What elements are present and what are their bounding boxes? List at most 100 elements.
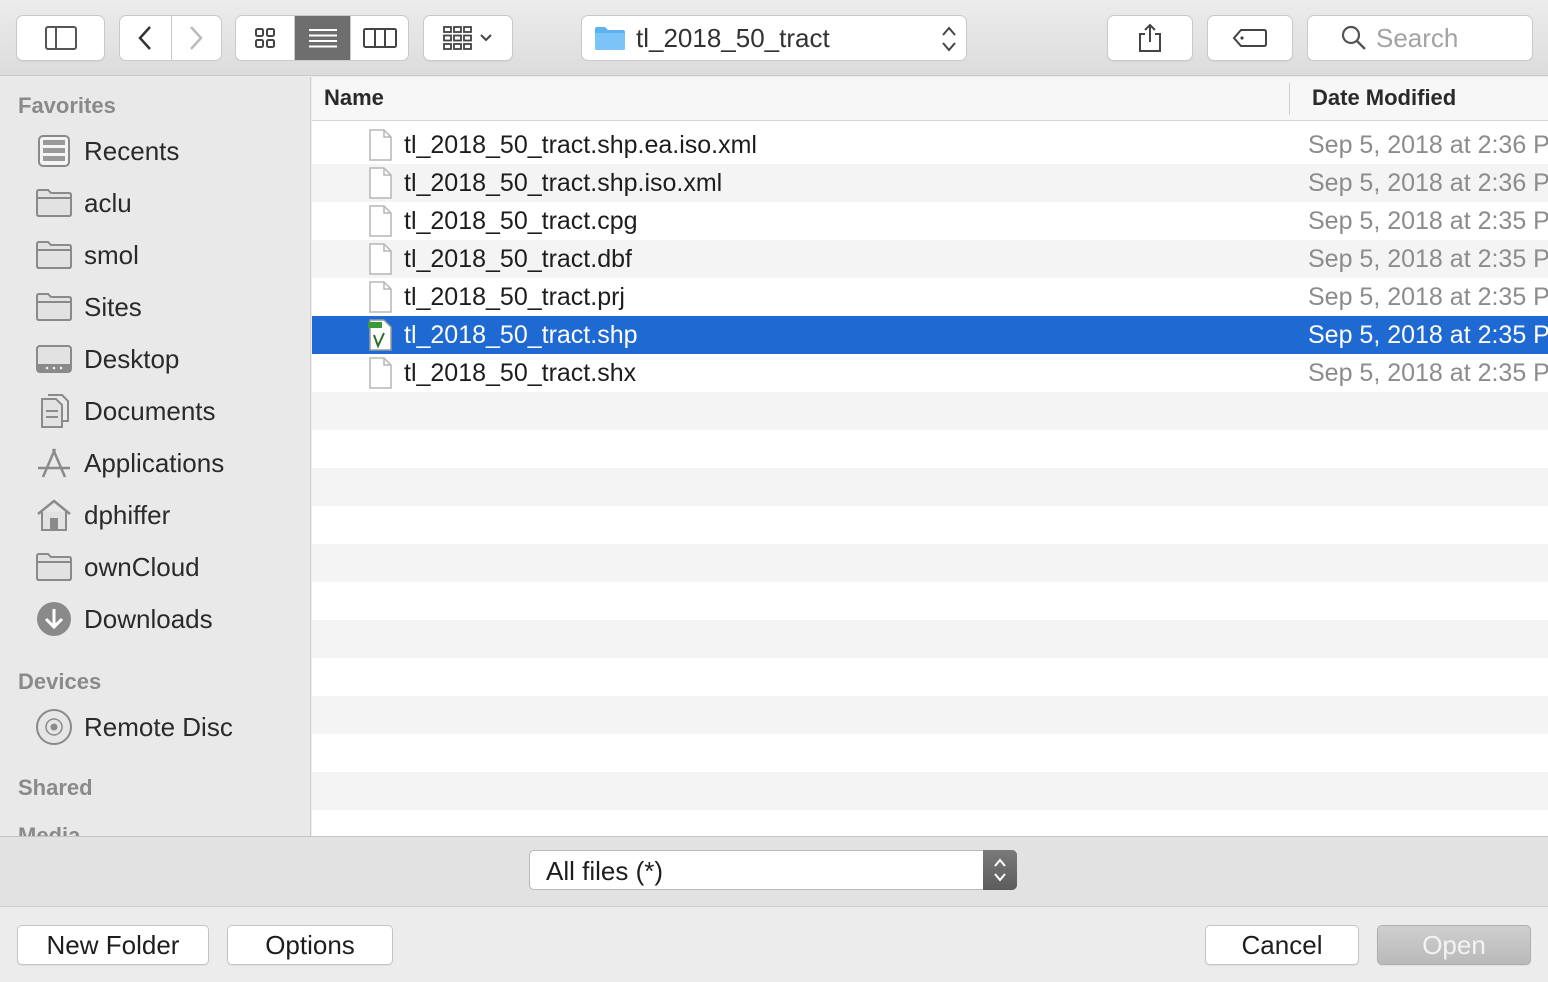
up-down-arrows-icon: [983, 850, 1017, 890]
chevron-right-icon: [190, 26, 203, 50]
sidebar-icon: [44, 26, 77, 50]
sidebar-toggle-button[interactable]: [16, 15, 105, 61]
sidebar-item-label: Sites: [84, 291, 142, 322]
sidebar-item-dphiffer[interactable]: dphiffer: [34, 495, 170, 535]
sidebar-item-aclu[interactable]: aclu: [34, 183, 132, 223]
back-forward-control: [119, 15, 222, 61]
empty-row: [312, 696, 1548, 734]
sidebar-item-label: dphiffer: [84, 499, 171, 530]
sidebar-item-applications[interactable]: Applications: [34, 443, 224, 483]
path-popup[interactable]: tl_2018_50_tract: [581, 15, 967, 61]
new-folder-button[interactable]: New Folder: [17, 925, 209, 965]
arrange-button[interactable]: [423, 15, 513, 61]
dialog-buttons: New Folder Options Cancel Open: [0, 907, 1548, 982]
file-name: tl_2018_50_tract.cpg: [404, 207, 638, 235]
sidebar-item-recents[interactable]: Recents: [34, 131, 179, 171]
list-view-button[interactable]: [294, 16, 350, 60]
grid-icon: [255, 28, 275, 48]
file-date: Sep 5, 2018 at 2:35 PM: [1308, 283, 1548, 311]
sidebar-item-downloads[interactable]: Downloads: [34, 599, 213, 639]
devices-heading: Devices: [18, 669, 102, 694]
folder-icon: [34, 547, 74, 587]
sidebar-item-label: Recents: [84, 135, 180, 166]
folder-icon: [34, 235, 74, 275]
empty-row: [312, 544, 1548, 582]
document-icon: [369, 281, 392, 313]
sidebar-item-label: smol: [84, 239, 139, 270]
file-date: Sep 5, 2018 at 2:35 PM: [1308, 245, 1548, 273]
shared-heading: Shared: [18, 775, 93, 800]
tags-button[interactable]: [1207, 15, 1293, 61]
sidebar-item-label: Desktop: [84, 343, 180, 374]
file-name: tl_2018_50_tract.dbf: [404, 245, 632, 273]
file-date: Sep 5, 2018 at 2:35 PM: [1308, 359, 1548, 387]
sidebar-item-documents[interactable]: Documents: [34, 391, 216, 431]
file-row[interactable]: tl_2018_50_tract.prj Sep 5, 2018 at 2:35…: [312, 278, 1548, 316]
document-icon: [369, 243, 392, 275]
file-format-select[interactable]: All files (*): [529, 850, 1017, 890]
date-column-header[interactable]: Date Modified: [1312, 85, 1456, 111]
search-field[interactable]: Search: [1307, 15, 1533, 61]
column-view-button[interactable]: [350, 16, 408, 60]
up-down-arrows-icon: [942, 26, 956, 52]
empty-row: [312, 506, 1548, 544]
file-row[interactable]: tl_2018_50_tract.shx Sep 5, 2018 at 2:35…: [312, 354, 1548, 392]
file-row[interactable]: tl_2018_50_tract.cpg Sep 5, 2018 at 2:35…: [312, 202, 1548, 240]
sidebar-item-remote-disc[interactable]: Remote Disc: [34, 707, 233, 747]
list-header: Name Date Modified: [312, 77, 1548, 121]
path-label: tl_2018_50_tract: [636, 22, 830, 53]
favorites-heading: Favorites: [18, 93, 116, 118]
columns-icon: [362, 28, 397, 48]
chevron-down-icon: [480, 34, 492, 42]
home-icon: [34, 495, 74, 535]
media-heading: Media: [18, 823, 81, 836]
downloads-icon: [34, 599, 74, 639]
icon-view-button[interactable]: [236, 16, 294, 60]
open-button[interactable]: Open: [1377, 925, 1531, 965]
file-row[interactable]: tl_2018_50_tract.shp.ea.iso.xml Sep 5, 2…: [312, 126, 1548, 164]
search-icon: [1341, 25, 1366, 50]
sidebar-item-label: ownCloud: [84, 551, 200, 582]
search-placeholder: Search: [1376, 22, 1459, 53]
empty-row: [312, 620, 1548, 658]
document-icon: [369, 205, 392, 237]
folder-icon: [34, 287, 74, 327]
chevron-left-icon: [138, 26, 152, 50]
empty-row: [312, 810, 1548, 836]
file-row[interactable]: tl_2018_50_tract.dbf Sep 5, 2018 at 2:35…: [312, 240, 1548, 278]
empty-row: [312, 430, 1548, 468]
back-button[interactable]: [120, 16, 171, 60]
folder-icon: [595, 27, 625, 50]
group-icon: [443, 26, 472, 50]
tag-icon: [1232, 29, 1267, 47]
forward-button[interactable]: [170, 16, 222, 60]
column-divider[interactable]: [1289, 83, 1290, 115]
document-icon: [369, 167, 392, 199]
empty-row: [312, 392, 1548, 430]
file-name: tl_2018_50_tract.shp.iso.xml: [404, 169, 723, 197]
desktop-icon: [34, 339, 74, 379]
cancel-button[interactable]: Cancel: [1205, 925, 1359, 965]
name-column-header[interactable]: Name: [324, 85, 384, 111]
sidebar-item-sites[interactable]: Sites: [34, 287, 142, 327]
file-date: Sep 5, 2018 at 2:35 PM: [1308, 321, 1548, 349]
empty-row: [312, 658, 1548, 696]
shapefile-icon: [368, 319, 392, 351]
sidebar-item-desktop[interactable]: Desktop: [34, 339, 179, 379]
folder-icon: [34, 183, 74, 223]
sidebar-item-label: Remote Disc: [84, 711, 233, 742]
file-list: Name Date Modified tl_2018_50_tract.shp.…: [312, 77, 1548, 836]
format-bar: All files (*): [0, 836, 1548, 907]
share-button[interactable]: [1107, 15, 1193, 61]
sidebar-item-label: Downloads: [84, 603, 213, 634]
document-icon: [369, 129, 392, 161]
options-button[interactable]: Options: [227, 925, 393, 965]
sidebar-item-smol[interactable]: smol: [34, 235, 139, 275]
file-date: Sep 5, 2018 at 2:35 PM: [1308, 207, 1548, 235]
sidebar-item-label: aclu: [84, 187, 132, 218]
file-row-selected[interactable]: tl_2018_50_tract.shp Sep 5, 2018 at 2:35…: [312, 316, 1548, 354]
sidebar-item-owncloud[interactable]: ownCloud: [34, 547, 200, 587]
empty-row: [312, 468, 1548, 506]
file-row[interactable]: tl_2018_50_tract.shp.iso.xml Sep 5, 2018…: [312, 164, 1548, 202]
empty-row: [312, 772, 1548, 810]
